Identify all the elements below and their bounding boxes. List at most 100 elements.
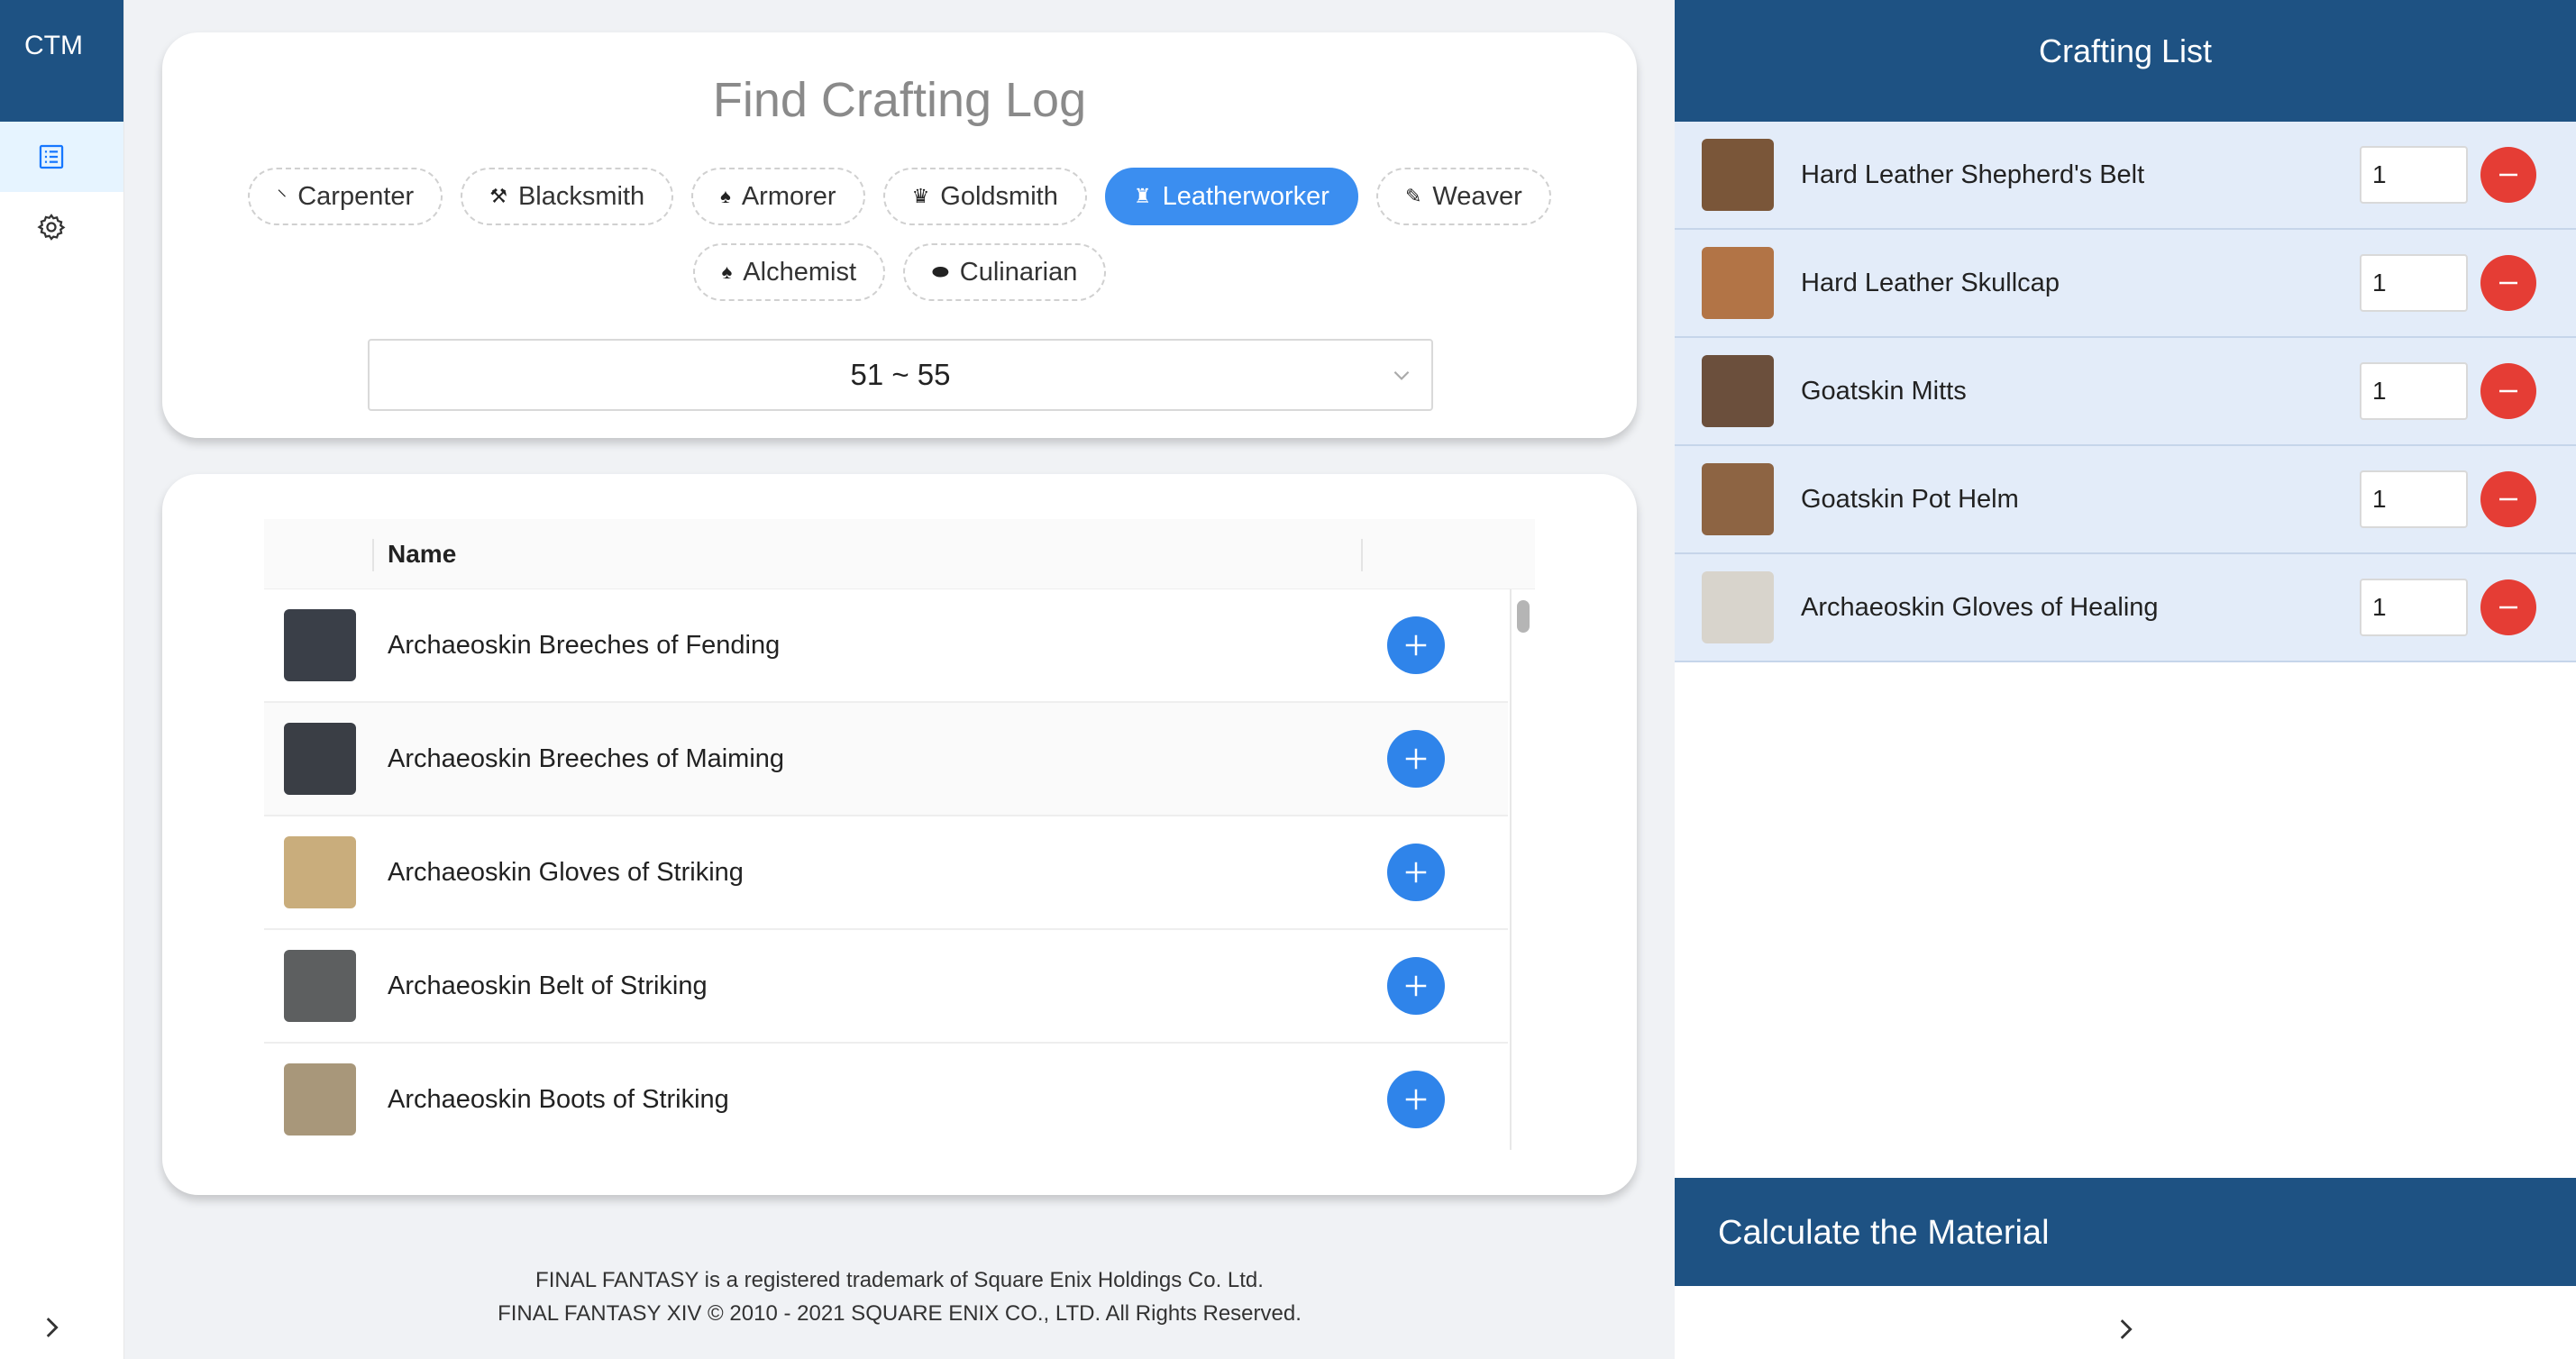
crafting-list-panel: Crafting List Hard Leather Shepherd's Be… bbox=[1675, 0, 2576, 1359]
class-culinarian-icon: ⬬ bbox=[932, 260, 949, 283]
item-thumbnail bbox=[284, 950, 356, 1022]
item-thumbnail bbox=[1702, 139, 1774, 211]
class-chip-label: Culinarian bbox=[959, 257, 1078, 287]
class-chip-label: Blacksmith bbox=[517, 181, 645, 211]
class-alchemist-icon: ♠ bbox=[721, 260, 733, 283]
remove-item-button[interactable] bbox=[2480, 579, 2536, 635]
plus-icon bbox=[1405, 975, 1427, 997]
column-header-name: Name bbox=[388, 539, 457, 568]
class-weaver-icon: ✎ bbox=[1404, 185, 1422, 207]
class-chip-blacksmith[interactable]: ⚒ Blacksmith bbox=[461, 168, 674, 225]
sidebar-item-settings[interactable] bbox=[0, 192, 123, 262]
crafting-list-items: Hard Leather Shepherd's Belt 1 Hard Leathe… bbox=[1675, 122, 2576, 662]
item-thumbnail bbox=[1702, 571, 1774, 643]
column-divider bbox=[1361, 539, 1363, 571]
sidebar: CTM bbox=[0, 0, 124, 1359]
item-name: Goatskin Mitts bbox=[1801, 376, 1967, 406]
minus-icon bbox=[2499, 389, 2517, 393]
class-chip-armorer[interactable]: ♠ Armorer bbox=[691, 168, 865, 225]
plus-icon bbox=[1405, 634, 1427, 656]
add-to-list-button[interactable] bbox=[1387, 844, 1445, 901]
class-carpenter-icon: ⸌ bbox=[277, 186, 288, 208]
calculate-material-button[interactable]: Calculate the Material bbox=[1675, 1178, 2576, 1286]
remove-item-button[interactable] bbox=[2480, 471, 2536, 527]
item-name: Hard Leather Shepherd's Belt bbox=[1801, 160, 2145, 189]
item-name: Hard Leather Skullcap bbox=[1801, 268, 2060, 297]
crafting-list-item: Archaeoskin Gloves of Healing 1 bbox=[1675, 554, 2576, 662]
add-to-list-button[interactable] bbox=[1387, 616, 1445, 674]
recipe-list-card: Name Archaeoskin Breeches of Fending Arch… bbox=[162, 474, 1637, 1195]
list-icon bbox=[39, 144, 64, 169]
app-logo: CTM bbox=[0, 0, 123, 122]
search-card: Find Crafting Log ⸌ Carpenter ⚒ Blacksmith ♠… bbox=[162, 32, 1637, 438]
page-title: Find Crafting Log bbox=[712, 73, 1087, 127]
item-thumbnail bbox=[284, 1063, 356, 1136]
class-chip-label: Alchemist bbox=[743, 257, 856, 287]
chevron-right-icon[interactable] bbox=[2110, 1314, 2141, 1345]
level-range-value: 51 ~ 55 bbox=[850, 358, 951, 391]
class-chip-weaver[interactable]: ✎ Weaver bbox=[1375, 168, 1551, 225]
class-filter-row: ♠ Alchemist ⬬ Culinarian bbox=[162, 243, 1637, 301]
minus-icon bbox=[2499, 281, 2517, 285]
chevron-down-icon bbox=[1393, 370, 1410, 380]
quantity-input[interactable]: 1 bbox=[2360, 254, 2468, 312]
class-chip-culinarian[interactable]: ⬬ Culinarian bbox=[903, 243, 1107, 301]
gear-icon bbox=[37, 214, 66, 241]
quantity-input[interactable]: 1 bbox=[2360, 579, 2468, 636]
minus-icon bbox=[2499, 606, 2517, 609]
chevron-right-icon[interactable] bbox=[36, 1312, 67, 1343]
class-filter-row: ⸌ Carpenter ⚒ Blacksmith ♠ Armorer ♛ Goldsmith ♜… bbox=[162, 168, 1637, 225]
table-body[interactable]: Archaeoskin Breeches of Fending Archaeosk… bbox=[264, 589, 1508, 1150]
remove-item-button[interactable] bbox=[2480, 147, 2536, 203]
quantity-input[interactable]: 1 bbox=[2360, 146, 2468, 204]
add-to-list-button[interactable] bbox=[1387, 730, 1445, 788]
item-name: Archaeoskin Boots of Striking bbox=[388, 1084, 729, 1114]
class-chip-goldsmith[interactable]: ♛ Goldsmith bbox=[882, 168, 1087, 225]
item-name: Archaeoskin Belt of Striking bbox=[388, 971, 708, 1000]
class-goldsmith-icon: ♛ bbox=[911, 185, 930, 207]
add-to-list-button[interactable] bbox=[1387, 1071, 1445, 1128]
item-thumbnail bbox=[284, 723, 356, 795]
remove-item-button[interactable] bbox=[2480, 255, 2536, 311]
footer-copyright: FINAL FANTASY XIV © 2010 - 2021 SQUARE E… bbox=[498, 1301, 1302, 1326]
crafting-list-item: Goatskin Pot Helm 1 bbox=[1675, 446, 2576, 554]
table-header: Name bbox=[264, 519, 1535, 589]
class-chip-label: Armorer bbox=[741, 181, 836, 211]
item-thumbnail bbox=[1702, 247, 1774, 319]
crafting-list-title: Crafting List bbox=[1675, 0, 2576, 122]
table-scrollbar[interactable] bbox=[1510, 589, 1535, 1150]
class-chip-label: Leatherworker bbox=[1162, 181, 1329, 211]
quantity-input[interactable]: 1 bbox=[2360, 470, 2468, 528]
item-thumbnail bbox=[284, 836, 356, 908]
footer: FINAL FANTASY is a registered trademark … bbox=[162, 1263, 1637, 1330]
class-chip-leatherworker[interactable]: ♜ Leatherworker bbox=[1104, 168, 1358, 225]
plus-icon bbox=[1405, 748, 1427, 770]
table-row: Archaeoskin Breeches of Fending bbox=[264, 589, 1508, 703]
crafting-list-item: Hard Leather Skullcap 1 bbox=[1675, 230, 2576, 338]
table-row: Archaeoskin Gloves of Striking bbox=[264, 816, 1508, 930]
item-name: Goatskin Pot Helm bbox=[1801, 484, 2019, 514]
crafting-list-item: Goatskin Mitts 1 bbox=[1675, 338, 2576, 446]
add-to-list-button[interactable] bbox=[1387, 957, 1445, 1015]
remove-item-button[interactable] bbox=[2480, 363, 2536, 419]
class-chip-alchemist[interactable]: ♠ Alchemist bbox=[692, 243, 885, 301]
class-blacksmith-icon: ⚒ bbox=[489, 185, 507, 207]
column-divider bbox=[372, 539, 374, 571]
quantity-input[interactable]: 1 bbox=[2360, 362, 2468, 420]
item-name: Archaeoskin Breeches of Fending bbox=[388, 630, 781, 660]
level-range-select[interactable]: 51 ~ 55 bbox=[368, 339, 1433, 411]
item-name: Archaeoskin Breeches of Maiming bbox=[388, 743, 785, 773]
scrollbar-thumb[interactable] bbox=[1517, 600, 1530, 633]
plus-icon bbox=[1405, 1089, 1427, 1110]
recipe-table: Name Archaeoskin Breeches of Fending Arch… bbox=[264, 519, 1535, 1150]
sidebar-item-crafting-log[interactable] bbox=[0, 122, 123, 192]
minus-icon bbox=[2499, 497, 2517, 501]
item-name: Archaeoskin Gloves of Healing bbox=[1801, 592, 2159, 622]
class-chip-label: Goldsmith bbox=[940, 181, 1058, 211]
minus-icon bbox=[2499, 173, 2517, 177]
footer-trademark: FINAL FANTASY is a registered trademark … bbox=[535, 1268, 1264, 1292]
class-chip-carpenter[interactable]: ⸌ Carpenter bbox=[248, 168, 443, 225]
class-leatherworker-icon: ♜ bbox=[1133, 185, 1152, 207]
class-armorer-icon: ♠ bbox=[720, 185, 731, 207]
class-chip-label: Weaver bbox=[1432, 181, 1522, 211]
